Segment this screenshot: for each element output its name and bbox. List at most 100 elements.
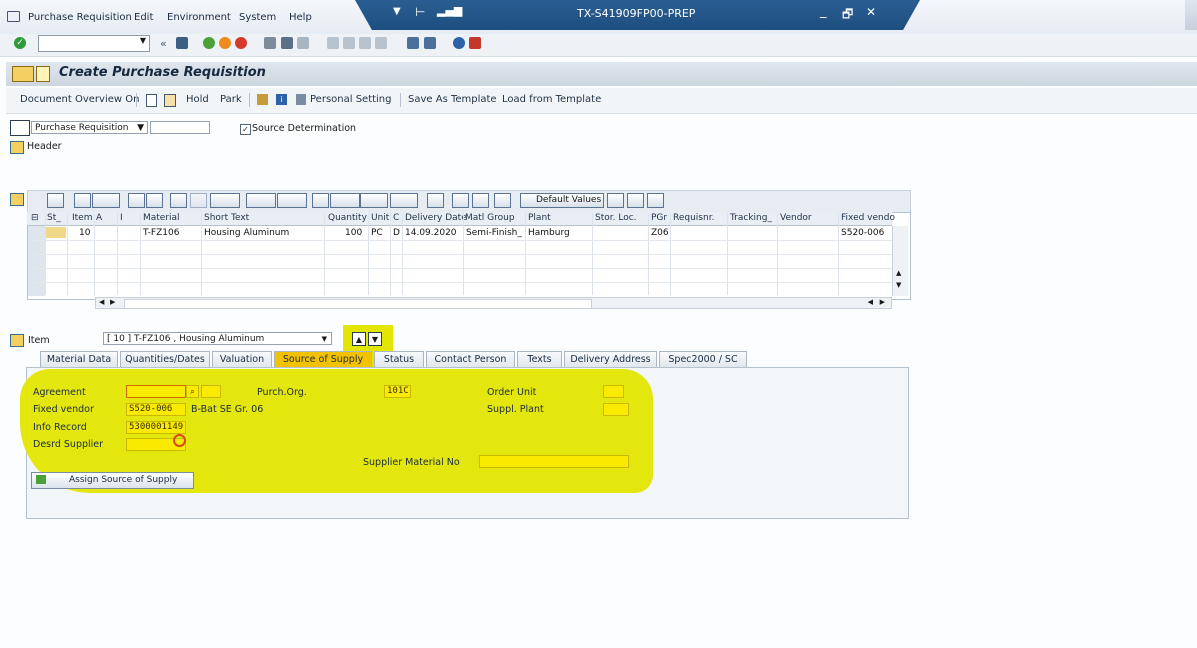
document-overview-button[interactable]: Document Overview On	[20, 94, 139, 105]
column-header-short-text[interactable]: Short Text	[204, 213, 249, 223]
grid-export-icon[interactable]	[647, 193, 664, 208]
cell-material[interactable]: T-FZ106	[143, 228, 179, 238]
previous-item-icon[interactable]: ▲	[352, 332, 366, 346]
vertical-scrollbar[interactable]: ▲ ▼	[892, 226, 908, 296]
scroll-left-icon[interactable]: ◀	[99, 298, 104, 306]
back-icon[interactable]	[203, 37, 215, 49]
row-selector-column[interactable]	[28, 226, 45, 296]
expand-header-icon[interactable]	[10, 141, 24, 154]
info-record-field[interactable]: 5300001149	[126, 421, 186, 434]
menu-dropdown-icon[interactable]	[36, 66, 50, 82]
command-field[interactable]: ▼	[38, 35, 150, 52]
new-document-icon[interactable]	[146, 94, 157, 107]
cell-fixed-vendor[interactable]: S520-006	[841, 228, 884, 238]
print-grid-icon[interactable]	[312, 193, 329, 208]
pin-icon[interactable]: ⊢	[415, 5, 425, 19]
item-select[interactable]: [ 10 ] T-FZ106 , Housing Aluminum ▼	[103, 332, 332, 345]
fixed-vendor-field[interactable]: S520-006	[126, 403, 186, 416]
hold-button[interactable]: Hold	[186, 94, 209, 105]
find-next-grid-icon[interactable]	[190, 193, 207, 208]
find-icon[interactable]	[281, 37, 293, 49]
customize-layout-icon[interactable]	[469, 37, 481, 49]
scroll-up-icon[interactable]: ▲	[896, 269, 901, 277]
source-determination-checkbox[interactable]: ✓	[240, 124, 251, 135]
search-help-icon[interactable]: ⌕	[186, 385, 199, 398]
column-header-delivery-date[interactable]: Delivery Date	[405, 213, 467, 223]
last-page-icon[interactable]	[375, 37, 387, 49]
scroll-down-icon[interactable]: ▼	[896, 281, 901, 289]
new-session-icon[interactable]	[407, 37, 419, 49]
scroll-right-end-icon[interactable]: ▶	[880, 298, 885, 306]
tab-texts[interactable]: Texts	[517, 351, 562, 367]
scroll-thumb[interactable]	[124, 299, 592, 309]
tab-spec2000-sc[interactable]: Spec2000 / SC	[659, 351, 747, 367]
save-icon[interactable]	[176, 37, 188, 49]
copy-row-icon[interactable]	[74, 193, 91, 208]
cell-unit[interactable]: PC	[371, 228, 383, 238]
grid-config-icon[interactable]	[627, 193, 644, 208]
column-header-requisnr[interactable]: Requisnr.	[673, 213, 714, 223]
info-grid-icon[interactable]	[427, 193, 444, 208]
next-item-icon[interactable]: ▼	[368, 332, 382, 346]
scroll-right-icon[interactable]: ▶	[110, 298, 115, 306]
cell-item[interactable]: 10	[79, 228, 90, 238]
agreement-item-field[interactable]	[201, 385, 221, 398]
enter-icon[interactable]: ✓	[14, 37, 26, 49]
open-document-icon[interactable]	[164, 94, 176, 107]
tab-quantities-dates[interactable]: Quantities/Dates	[120, 351, 210, 367]
info-icon[interactable]: i	[276, 94, 287, 105]
dropdown-arrow-icon[interactable]: ▼	[393, 6, 401, 17]
column-header-a[interactable]: A	[96, 213, 102, 223]
collapse-item-detail-icon[interactable]	[10, 334, 24, 347]
menu-edit[interactable]: Edit	[134, 12, 153, 23]
horizontal-scrollbar[interactable]: ◀ ▶ ◀ ▶	[95, 297, 892, 309]
tab-valuation[interactable]: Valuation	[212, 351, 272, 367]
document-type-select[interactable]: Purchase Requisition ▼	[31, 121, 148, 134]
assign-grid-icon[interactable]	[494, 193, 511, 208]
order-unit-field[interactable]	[603, 385, 624, 398]
tab-material-data[interactable]: Material Data	[40, 351, 118, 367]
maximize-icon[interactable]: 🗗	[842, 5, 853, 26]
column-header-c[interactable]: C	[393, 213, 399, 223]
menu-icon[interactable]	[7, 11, 20, 22]
close-icon[interactable]: ✕	[866, 5, 876, 19]
column-header-matl-group[interactable]: Matl Group	[465, 213, 515, 223]
cell-matl-group[interactable]: Semi-Finish_	[466, 228, 522, 238]
find-next-icon[interactable]	[297, 37, 309, 49]
tree-icon[interactable]	[257, 94, 268, 105]
views-icon[interactable]	[330, 193, 360, 208]
column-select-icon[interactable]: ⊟	[31, 213, 39, 223]
tab-delivery-address[interactable]: Delivery Address	[564, 351, 657, 367]
tab-contact-person[interactable]: Contact Person	[426, 351, 515, 367]
source-list-icon[interactable]	[472, 193, 489, 208]
assign-source-of-supply-button[interactable]: Assign Source of Supply	[31, 472, 194, 489]
minimize-icon[interactable]: _	[820, 4, 827, 19]
menu-system[interactable]: System	[239, 12, 276, 23]
details-icon[interactable]	[47, 193, 64, 208]
column-header-fixed-vendor[interactable]: Fixed vendo	[841, 213, 895, 223]
layout-icon[interactable]	[390, 193, 418, 208]
cell-c[interactable]: D	[393, 228, 400, 238]
help-icon[interactable]	[453, 37, 465, 49]
column-header-stor-loc[interactable]: Stor. Loc.	[595, 213, 637, 223]
cancel-icon[interactable]	[235, 37, 247, 49]
status-cell[interactable]	[46, 227, 66, 238]
first-page-icon[interactable]	[327, 37, 339, 49]
collapse-items-icon[interactable]	[10, 193, 24, 206]
print-icon[interactable]	[264, 37, 276, 49]
prev-page-icon[interactable]	[343, 37, 355, 49]
menu-help[interactable]: Help	[289, 12, 312, 23]
filter-icon[interactable]	[210, 193, 240, 208]
menu-purchase-requisition[interactable]: Purchase Requisition	[28, 12, 132, 23]
shortcut-icon[interactable]	[424, 37, 436, 49]
delete-row-icon[interactable]	[92, 193, 120, 208]
column-header-pgr[interactable]: PGr	[651, 213, 667, 223]
tab-status[interactable]: Status	[374, 351, 424, 367]
sum-icon[interactable]	[246, 193, 276, 208]
find-grid-icon[interactable]	[170, 193, 187, 208]
cell-short-text[interactable]: Housing Aluminum	[204, 228, 289, 238]
purch-org-field[interactable]: 101C	[384, 385, 411, 398]
subtotal-icon[interactable]	[277, 193, 307, 208]
exit-icon[interactable]	[219, 37, 231, 49]
load-from-template-button[interactable]: Load from Template	[502, 94, 601, 105]
